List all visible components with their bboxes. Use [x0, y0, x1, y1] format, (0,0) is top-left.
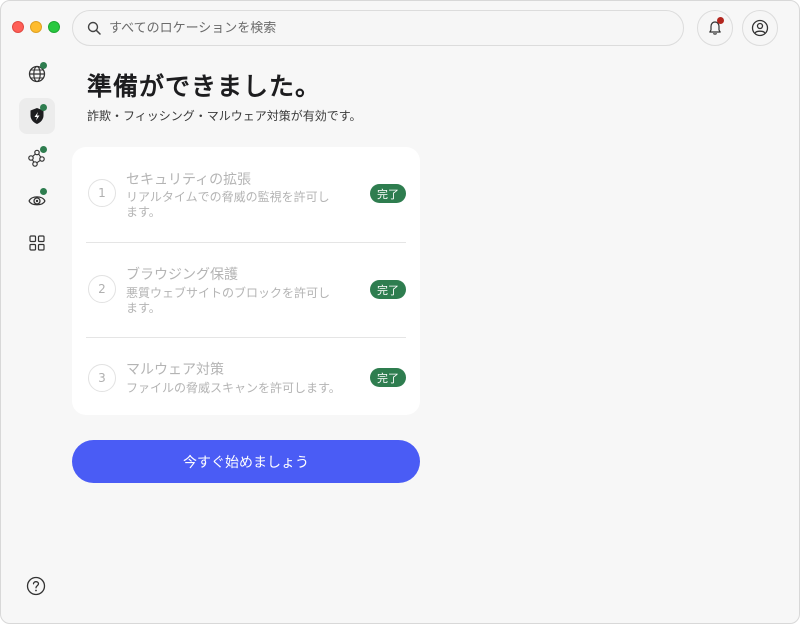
status-dot: [40, 62, 47, 69]
sidebar-item-locations[interactable]: [19, 56, 55, 92]
status-dot: [40, 104, 47, 111]
step-number: 1: [88, 179, 116, 207]
notification-dot: [717, 17, 724, 24]
user-icon: [751, 19, 769, 37]
step-description: 悪質ウェブサイトのブロックを許可します。: [126, 286, 331, 315]
window-controls: [12, 21, 60, 33]
status-badge: 完了: [370, 280, 406, 299]
step-title: マルウェア対策: [126, 362, 224, 378]
minimize-window-button[interactable]: [30, 21, 42, 33]
page-subtitle: 詐欺・フィッシング・マルウェア対策が有効です。: [87, 109, 362, 123]
help-icon[interactable]: [26, 576, 46, 596]
sidebar-item-privacy[interactable]: [19, 182, 55, 218]
status-dot: [40, 188, 47, 195]
step-number: 2: [88, 275, 116, 303]
sidebar-item-network[interactable]: [19, 140, 55, 176]
step-title: ブラウジング保護: [126, 267, 238, 283]
status-badge: 完了: [370, 368, 406, 387]
status-badge: 完了: [370, 184, 406, 203]
step-description: ファイルの脅威スキャンを許可します。: [126, 381, 341, 395]
search-bar[interactable]: [72, 10, 684, 46]
sidebar-item-protection[interactable]: [19, 98, 55, 134]
get-started-button[interactable]: 今すぐ始めましょう: [72, 440, 420, 483]
status-dot: [40, 146, 47, 153]
account-button[interactable]: [742, 10, 778, 46]
search-icon: [87, 21, 101, 35]
close-window-button[interactable]: [12, 21, 24, 33]
setup-steps-card: 1 セキュリティの拡張 リアルタイムでの脅威の監視を許可します。 完了 2 ブラ…: [72, 147, 420, 415]
step-description: リアルタイムでの脅威の監視を許可します。: [126, 190, 330, 219]
setup-step: 2 ブラウジング保護 悪質ウェブサイトのブロックを許可します。 完了: [86, 242, 406, 337]
notifications-button[interactable]: [697, 10, 733, 46]
setup-step: 1 セキュリティの拡張 リアルタイムでの脅威の監視を許可します。 完了: [86, 147, 406, 242]
sidebar-item-apps[interactable]: [19, 225, 55, 261]
setup-step: 3 マルウェア対策 ファイルの脅威スキャンを許可します。 完了: [86, 337, 406, 415]
step-number: 3: [88, 364, 116, 392]
search-input[interactable]: [109, 20, 683, 36]
step-title: セキュリティの拡張: [126, 172, 252, 188]
app-window: 準備ができました。 詐欺・フィッシング・マルウェア対策が有効です。 1 セキュリ…: [0, 0, 800, 624]
maximize-window-button[interactable]: [48, 21, 60, 33]
page-title: 準備ができました。: [87, 72, 322, 101]
grid-icon: [29, 235, 45, 251]
